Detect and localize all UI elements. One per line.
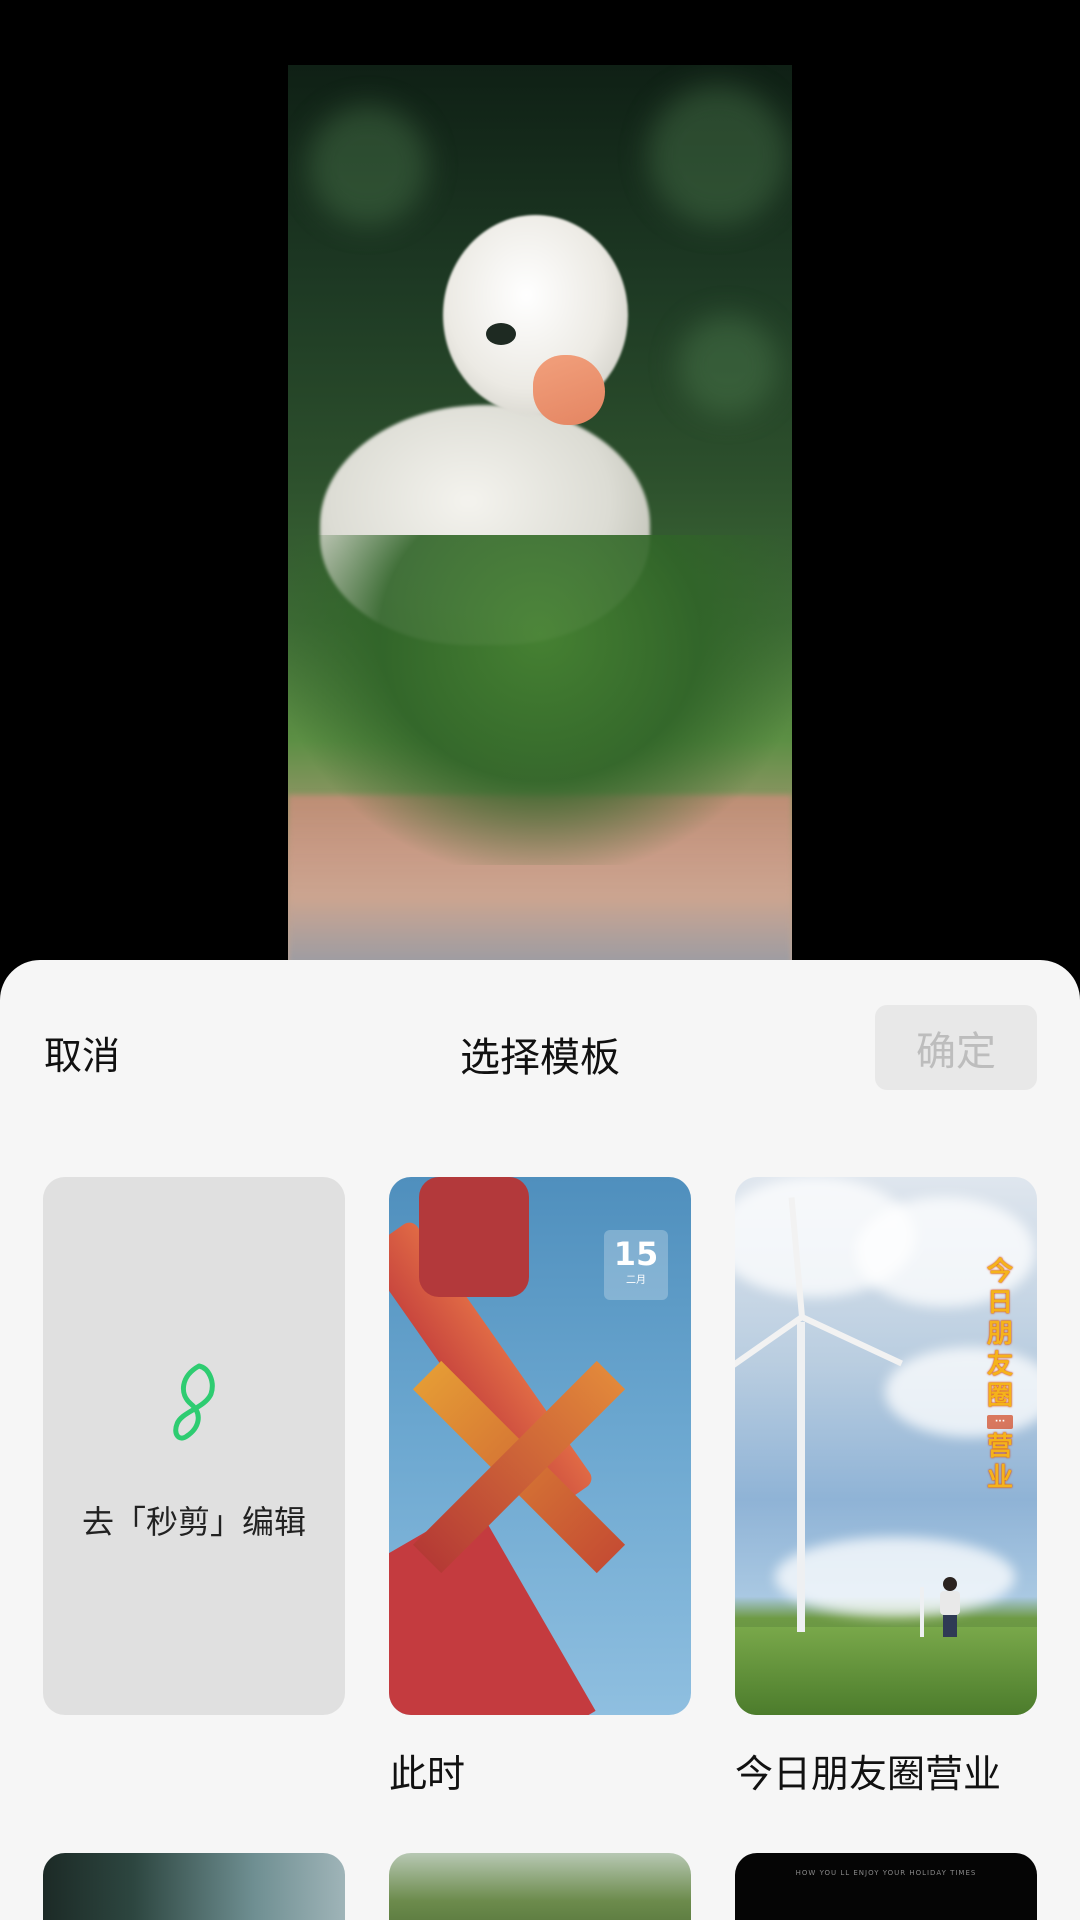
template-card-row2-2[interactable] <box>389 1853 691 1920</box>
template-card-pengyouquan[interactable]: 今日朋友圈 ··· 营业 <box>735 1177 1037 1715</box>
person-torso <box>940 1591 960 1615</box>
ride-hub <box>419 1177 529 1297</box>
bokeh-blur <box>648 85 788 225</box>
duck-beak <box>533 355 605 425</box>
overlay-title-text: 今日朋友圈 <box>986 1257 1013 1411</box>
overlay-tag: 营业 <box>986 1432 1013 1493</box>
confirm-button[interactable]: 确定 <box>875 1005 1037 1090</box>
miaojian-logo-icon <box>173 1363 215 1441</box>
overlay-small-tag: ··· <box>987 1415 1013 1429</box>
cloud <box>775 1537 1015 1617</box>
turbine-tower-small <box>920 1587 924 1637</box>
grass-field <box>735 1627 1037 1715</box>
video-preview[interactable] <box>288 65 792 965</box>
row2-tiny-text: HOW YOU LL ENJOY YOUR HOLIDAY TIMES <box>795 1869 977 1877</box>
turbine-blade <box>800 1314 903 1367</box>
person-head <box>943 1577 957 1591</box>
template-caption-cishi: 此时 <box>389 1752 466 1796</box>
duck-eye <box>486 323 516 345</box>
date-month: 二月 <box>626 1275 646 1286</box>
template-caption-pengyouquan: 今日朋友圈营业 <box>735 1752 1002 1796</box>
turbine-blade <box>735 1314 804 1383</box>
bokeh-blur <box>678 315 778 415</box>
date-day: 15 <box>613 1235 659 1273</box>
bokeh-blur <box>308 105 428 225</box>
turbine-tower <box>797 1322 805 1632</box>
template-card-row2-3[interactable]: HOW YOU LL ENJOY YOUR HOLIDAY TIMES <box>735 1853 1037 1920</box>
template-card-cishi[interactable]: 15 二月 <box>389 1177 691 1715</box>
template-sheet: 取消 选择模板 确定 去「秒剪」编辑 15 二月 今日朋友圈 ··· 营业 此时… <box>0 960 1080 1920</box>
person-legs <box>943 1615 957 1637</box>
overlay-title: 今日朋友圈 ··· 营业 <box>985 1257 1015 1494</box>
template-card-edit[interactable]: 去「秒剪」编辑 <box>43 1177 345 1715</box>
screen: 取消 选择模板 确定 去「秒剪」编辑 15 二月 今日朋友圈 ··· 营业 此时… <box>0 0 1080 1920</box>
person <box>940 1577 960 1637</box>
date-badge: 15 二月 <box>604 1230 668 1300</box>
edit-label: 去「秒剪」编辑 <box>81 1503 306 1541</box>
grass <box>288 535 792 865</box>
template-card-row2-1[interactable] <box>43 1853 345 1920</box>
